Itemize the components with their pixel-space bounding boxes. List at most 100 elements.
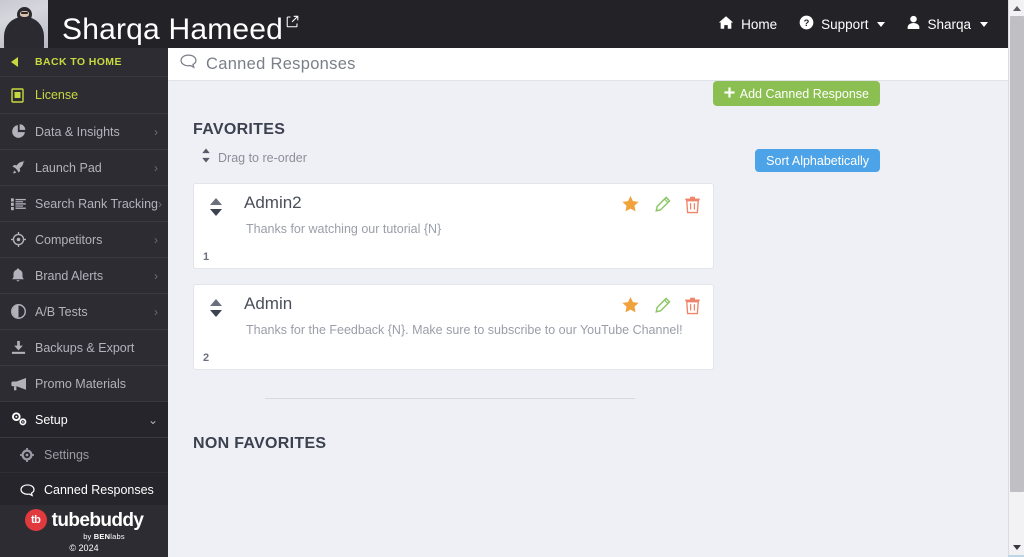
caret-left-icon	[11, 57, 30, 67]
scroll-up-arrow-icon[interactable]	[1009, 0, 1024, 16]
external-link-icon[interactable]	[286, 2, 299, 36]
canned-response-card[interactable]: Admin Thanks for the Feedback {N}. Make …	[193, 284, 714, 370]
byline-brand: BEN	[93, 532, 111, 541]
sidebar-item-competitors-label: Competitors	[35, 232, 103, 247]
adjust-circle-icon	[11, 304, 30, 319]
tubebuddy-badge-icon: tb	[24, 509, 47, 531]
download-icon	[11, 340, 30, 355]
canned-response-card[interactable]: Admin2 Thanks for watching our tutorial …	[193, 183, 714, 269]
chevron-right-icon: ›	[154, 232, 158, 247]
chevron-right-icon: ›	[154, 160, 158, 175]
sidebar-item-settings[interactable]: Settings	[0, 438, 168, 473]
sidebar-item-brand-alerts[interactable]: Brand Alerts ›	[0, 258, 168, 294]
copyright-text: © 2024	[69, 543, 99, 553]
sidebar-item-data-insights[interactable]: Data & Insights ›	[0, 114, 168, 150]
page-title: Sharqa Hameed	[62, 2, 299, 47]
chevron-down-icon	[877, 21, 886, 27]
move-down-icon[interactable]	[210, 209, 222, 216]
star-filled-icon[interactable]	[621, 195, 640, 219]
non-favorites-heading: NON FAVORITES	[193, 435, 327, 452]
home-icon	[718, 15, 734, 33]
sort-alphabetically-button[interactable]: Sort Alphabetically	[755, 149, 880, 172]
tubebuddy-logo: tb tubebuddy by BENlabs © 2024	[0, 505, 168, 557]
sidebar-item-ab-tests-label: A/B Tests	[35, 304, 88, 319]
sidebar-item-backups-export-label: Backups & Export	[35, 340, 135, 355]
top-header-bar: Sharqa Hameed Home ? Support Sharqa	[0, 0, 1008, 48]
add-canned-response-button[interactable]: Add Canned Response	[712, 81, 880, 106]
add-canned-response-label: Add Canned Response	[739, 86, 869, 101]
favorites-heading: FAVORITES	[193, 121, 286, 138]
move-up-icon[interactable]	[210, 198, 222, 205]
sidebar-item-canned-responses-label: Canned Responses	[44, 483, 154, 497]
chevron-down-icon	[980, 21, 988, 27]
crosshairs-icon	[11, 232, 30, 247]
svg-text:?: ?	[804, 18, 810, 28]
scrollbar-thumb[interactable]	[1010, 16, 1024, 492]
scroll-down-arrow-icon[interactable]	[1009, 539, 1024, 555]
sidebar-item-launch-pad[interactable]: Launch Pad ›	[0, 150, 168, 186]
question-circle-icon: ?	[799, 15, 814, 33]
sidebar-back-to-home[interactable]: BACK TO HOME	[0, 48, 168, 77]
top-navigation: Home ? Support Sharqa	[718, 15, 1008, 33]
move-down-icon[interactable]	[210, 310, 222, 317]
bell-icon	[11, 268, 30, 283]
list-ol-icon	[11, 197, 30, 211]
channel-title-text: Sharqa Hameed	[62, 12, 284, 46]
sidebar: BACK TO HOME License Data & Insights › L…	[0, 48, 168, 557]
trash-icon[interactable]	[684, 196, 701, 219]
sidebar-item-data-insights-label: Data & Insights	[35, 124, 120, 139]
file-certificate-icon	[11, 87, 30, 103]
sidebar-item-competitors[interactable]: Competitors ›	[0, 222, 168, 258]
trash-icon[interactable]	[684, 297, 701, 320]
nav-item-account[interactable]: Sharqa	[907, 15, 988, 33]
chevron-right-icon: ›	[154, 304, 158, 319]
sidebar-item-search-rank-tracking-label: Search Rank Tracking	[35, 196, 158, 211]
drag-to-reorder-control[interactable]: Drag to re-order	[201, 148, 1008, 168]
sidebar-item-canned-responses[interactable]: Canned Responses	[0, 473, 168, 508]
gear-icon	[20, 448, 39, 462]
sidebar-item-license[interactable]: License	[0, 77, 168, 114]
drag-to-reorder-label: Drag to re-order	[218, 151, 307, 165]
nav-item-home[interactable]: Home	[718, 15, 777, 33]
sort-updown-icon	[201, 148, 211, 168]
plus-icon	[724, 86, 735, 101]
card-actions	[621, 195, 701, 219]
card-reorder-arrows[interactable]	[210, 299, 222, 317]
card-index: 2	[203, 352, 210, 364]
section-divider	[265, 398, 635, 399]
sidebar-item-promo-materials-label: Promo Materials	[35, 376, 126, 391]
avatar	[0, 0, 48, 48]
sidebar-item-brand-alerts-label: Brand Alerts	[35, 268, 104, 283]
user-icon	[907, 15, 920, 33]
card-reorder-arrows[interactable]	[210, 198, 222, 216]
nav-item-support[interactable]: ? Support	[799, 15, 886, 33]
comment-icon	[20, 483, 39, 497]
move-up-icon[interactable]	[210, 299, 222, 306]
sidebar-item-promo-materials[interactable]: Promo Materials	[0, 366, 168, 402]
card-index: 1	[203, 251, 210, 263]
pencil-icon[interactable]	[653, 296, 671, 320]
app-window: Sharqa Hameed Home ? Support Sharqa BACK…	[0, 0, 1024, 557]
card-text: Thanks for the Feedback {N}. Make sure t…	[246, 323, 683, 337]
star-filled-icon[interactable]	[621, 296, 640, 320]
sidebar-item-search-rank-tracking[interactable]: Search Rank Tracking ›	[0, 186, 168, 222]
sidebar-item-setup[interactable]: Setup ⌄	[0, 402, 168, 438]
byline-prefix: by	[83, 532, 94, 541]
content-header: Canned Responses	[168, 48, 1008, 81]
card-title: Admin2	[244, 193, 302, 212]
card-text: Thanks for watching our tutorial {N}	[246, 222, 442, 236]
tubebuddy-wordmark: tubebuddy	[51, 509, 144, 531]
chevron-right-icon: ›	[154, 268, 158, 283]
nav-item-support-label: Support	[821, 16, 869, 32]
tubebuddy-byline: by BENlabs	[83, 532, 125, 541]
chevron-down-icon: ⌄	[147, 412, 158, 427]
sidebar-item-settings-label: Settings	[44, 448, 90, 462]
content-body: Add Canned Response FAVORITES Drag to re…	[168, 81, 1008, 453]
page-scrollbar[interactable]	[1008, 0, 1024, 555]
sidebar-item-backups-export[interactable]: Backups & Export	[0, 330, 168, 366]
nav-item-account-label: Sharqa	[927, 16, 971, 32]
sidebar-item-ab-tests[interactable]: A/B Tests ›	[0, 294, 168, 330]
sidebar-item-launch-pad-label: Launch Pad	[35, 160, 102, 175]
pencil-icon[interactable]	[653, 195, 671, 219]
byline-suffix: labs	[110, 532, 125, 541]
